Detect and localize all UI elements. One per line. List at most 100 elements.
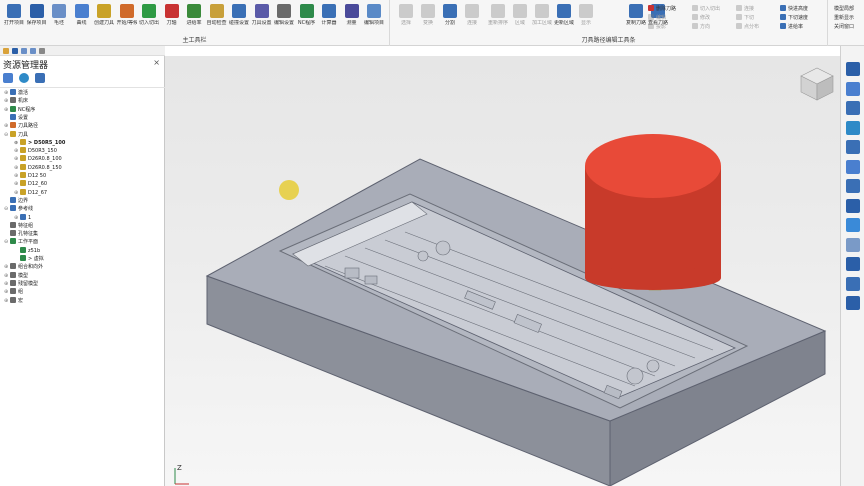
tree-node[interactable]: ⊕ D12_60 bbox=[14, 180, 47, 188]
save-icon[interactable] bbox=[12, 48, 18, 54]
tree-node[interactable]: 特征组 bbox=[4, 221, 33, 230]
small-tool-2[interactable]: 连接 bbox=[736, 5, 754, 13]
tree-node[interactable]: ⊖ 刀具 bbox=[4, 130, 28, 139]
path-tool-6[interactable]: 加工区域 bbox=[532, 4, 552, 26]
tree-node[interactable]: ⊕ 模型 bbox=[4, 271, 28, 280]
view-front-icon[interactable] bbox=[846, 81, 860, 96]
tree-node[interactable]: ⊕ 组合和向外 bbox=[4, 263, 43, 271]
view-iso-icon[interactable] bbox=[846, 101, 860, 115]
folder-icon[interactable] bbox=[3, 48, 9, 54]
tree-node[interactable]: ⊕ 激活 bbox=[4, 89, 28, 97]
tree-node[interactable]: 设置 bbox=[4, 113, 28, 122]
main-tool-5[interactable]: 开始/等候 bbox=[117, 4, 137, 26]
main-tool-8[interactable]: 进给率 bbox=[184, 4, 204, 26]
globe-icon[interactable] bbox=[19, 73, 29, 83]
tree-node[interactable]: 孔特征集 bbox=[4, 230, 38, 238]
tree-node[interactable]: ⊕ D12_67 bbox=[14, 188, 47, 197]
small-tool-9[interactable]: 方向 bbox=[692, 23, 710, 31]
zoom-box-icon[interactable] bbox=[846, 179, 860, 193]
small-tool-3[interactable]: 快进高度 bbox=[780, 5, 808, 13]
main-tool-15[interactable]: 测量 bbox=[342, 4, 362, 26]
undo-icon[interactable] bbox=[21, 48, 27, 54]
tree-node[interactable]: ⊖ 参考线 bbox=[4, 205, 33, 213]
small-tool-7[interactable]: 下切速度 bbox=[780, 14, 808, 22]
main-tool-9[interactable]: 自动检查 bbox=[207, 4, 227, 26]
small-tool-11[interactable]: 进给率 bbox=[780, 23, 803, 31]
main-tool-3[interactable]: 曲线 bbox=[72, 4, 92, 26]
tool-label: 计算器 bbox=[321, 20, 337, 26]
tree-node[interactable]: ⊕ D50R3_150 bbox=[14, 147, 57, 155]
tree-node[interactable]: ⊕ 残留模型 bbox=[4, 279, 38, 288]
main-tool-2[interactable]: 毛坯 bbox=[49, 4, 69, 26]
path-tool-7[interactable]: 更新区域 bbox=[554, 4, 574, 26]
path-tool-9[interactable]: 复制刀路 bbox=[626, 4, 646, 26]
tree-node[interactable]: > 虚拟 bbox=[14, 255, 44, 263]
tree-node[interactable]: ⊕ NC程序 bbox=[4, 105, 35, 114]
tree-node[interactable]: ⊕ D26R0.8_100 bbox=[14, 155, 62, 163]
path-tool-4[interactable]: 重新排序 bbox=[488, 4, 508, 26]
view-home-icon[interactable] bbox=[846, 62, 860, 76]
tool-icon bbox=[299, 4, 314, 18]
tree-view-icon[interactable] bbox=[3, 73, 13, 83]
path-tool-8[interactable]: 显示 bbox=[576, 4, 596, 26]
path-tool-1[interactable]: 变换 bbox=[418, 4, 438, 26]
tree-node[interactable]: ⊕ 机床 bbox=[4, 97, 28, 105]
section-icon[interactable] bbox=[846, 257, 860, 271]
zoom-fit-icon[interactable] bbox=[846, 159, 860, 174]
main-tool-12[interactable]: 编辑设置 bbox=[274, 4, 294, 26]
dropdown-icon[interactable] bbox=[39, 48, 45, 54]
path-tool-2[interactable]: 分割 bbox=[440, 4, 460, 26]
tree-node[interactable]: 边界 bbox=[4, 196, 28, 205]
small-tool-10[interactable]: 点分布 bbox=[736, 23, 759, 31]
tree-node[interactable]: ⊕ 组 bbox=[4, 288, 23, 296]
select-icon[interactable] bbox=[846, 276, 860, 291]
tree-node[interactable]: ⊕ 1 bbox=[14, 213, 31, 222]
view-command-0[interactable]: 模型局部 bbox=[834, 5, 854, 13]
small-tool-8[interactable]: 投影 bbox=[648, 23, 666, 31]
small-tool-5[interactable]: 修改 bbox=[692, 14, 710, 22]
tool-icon bbox=[692, 23, 698, 29]
tree-node-label: 组 bbox=[18, 289, 24, 296]
tree-node[interactable]: ⊕ 刀具路径 bbox=[4, 122, 38, 130]
view-command-1[interactable]: 重新显示 bbox=[834, 14, 854, 22]
main-tool-10[interactable]: 碰撞设置 bbox=[229, 4, 249, 26]
main-tool-1[interactable]: 保存项目 bbox=[27, 4, 47, 26]
xray-icon[interactable] bbox=[846, 237, 860, 252]
main-tool-7[interactable]: 刀轴 bbox=[162, 4, 182, 26]
shade-icon[interactable] bbox=[846, 198, 860, 213]
zoom-in-icon[interactable] bbox=[846, 120, 860, 135]
path-tool-0[interactable]: 选择 bbox=[396, 4, 416, 26]
view-cube[interactable] bbox=[800, 67, 834, 101]
tree-node[interactable]: ⊕ > D50R5_100 bbox=[14, 138, 65, 147]
path-tool-5[interactable]: 区域 bbox=[510, 4, 530, 26]
graphics-viewport[interactable]: Z bbox=[165, 56, 840, 486]
model-scene: Z bbox=[174, 67, 834, 486]
tree-node-label: D50R3_150 bbox=[28, 148, 57, 155]
main-tool-13[interactable]: NC程序 bbox=[297, 4, 317, 26]
tree-node[interactable]: ⊖ 工作平面 bbox=[4, 238, 38, 246]
main-tool-0[interactable]: 打开项目 bbox=[4, 4, 24, 26]
small-tool-0[interactable]: 删除刀路 bbox=[648, 5, 676, 13]
tree-node[interactable]: z51b bbox=[14, 246, 40, 255]
small-tool-6[interactable]: 下切 bbox=[736, 14, 754, 22]
tool-icon bbox=[465, 4, 479, 18]
trash-icon[interactable] bbox=[35, 73, 45, 83]
small-tool-4[interactable]: 编辑 bbox=[648, 14, 666, 22]
view-command-2[interactable]: 关闭窗口 bbox=[834, 23, 854, 31]
main-tool-16[interactable]: 编辑项目 bbox=[364, 4, 384, 26]
main-tool-14[interactable]: 计算器 bbox=[319, 4, 339, 26]
tree-node[interactable]: ⊕ 宏 bbox=[4, 296, 23, 305]
redo-icon[interactable] bbox=[30, 48, 36, 54]
zoom-out-icon[interactable] bbox=[846, 140, 860, 154]
small-tool-1[interactable]: 切入切出 bbox=[692, 5, 720, 13]
main-tool-11[interactable]: 刀具设置 bbox=[252, 4, 272, 26]
panel-close-icon[interactable]: × bbox=[153, 58, 160, 67]
tree-node-icon bbox=[10, 271, 16, 278]
tree-node[interactable]: ⊕ D12 50 bbox=[14, 172, 46, 180]
main-tool-6[interactable]: 切入切出 bbox=[139, 4, 159, 26]
main-tool-4[interactable]: 创建刀具 bbox=[94, 4, 114, 26]
wireframe-icon[interactable] bbox=[846, 218, 860, 232]
tree-node[interactable]: ⊕ D26R0.8_150 bbox=[14, 163, 62, 172]
select-box-icon[interactable] bbox=[846, 296, 860, 310]
path-tool-3[interactable]: 连接 bbox=[462, 4, 482, 26]
